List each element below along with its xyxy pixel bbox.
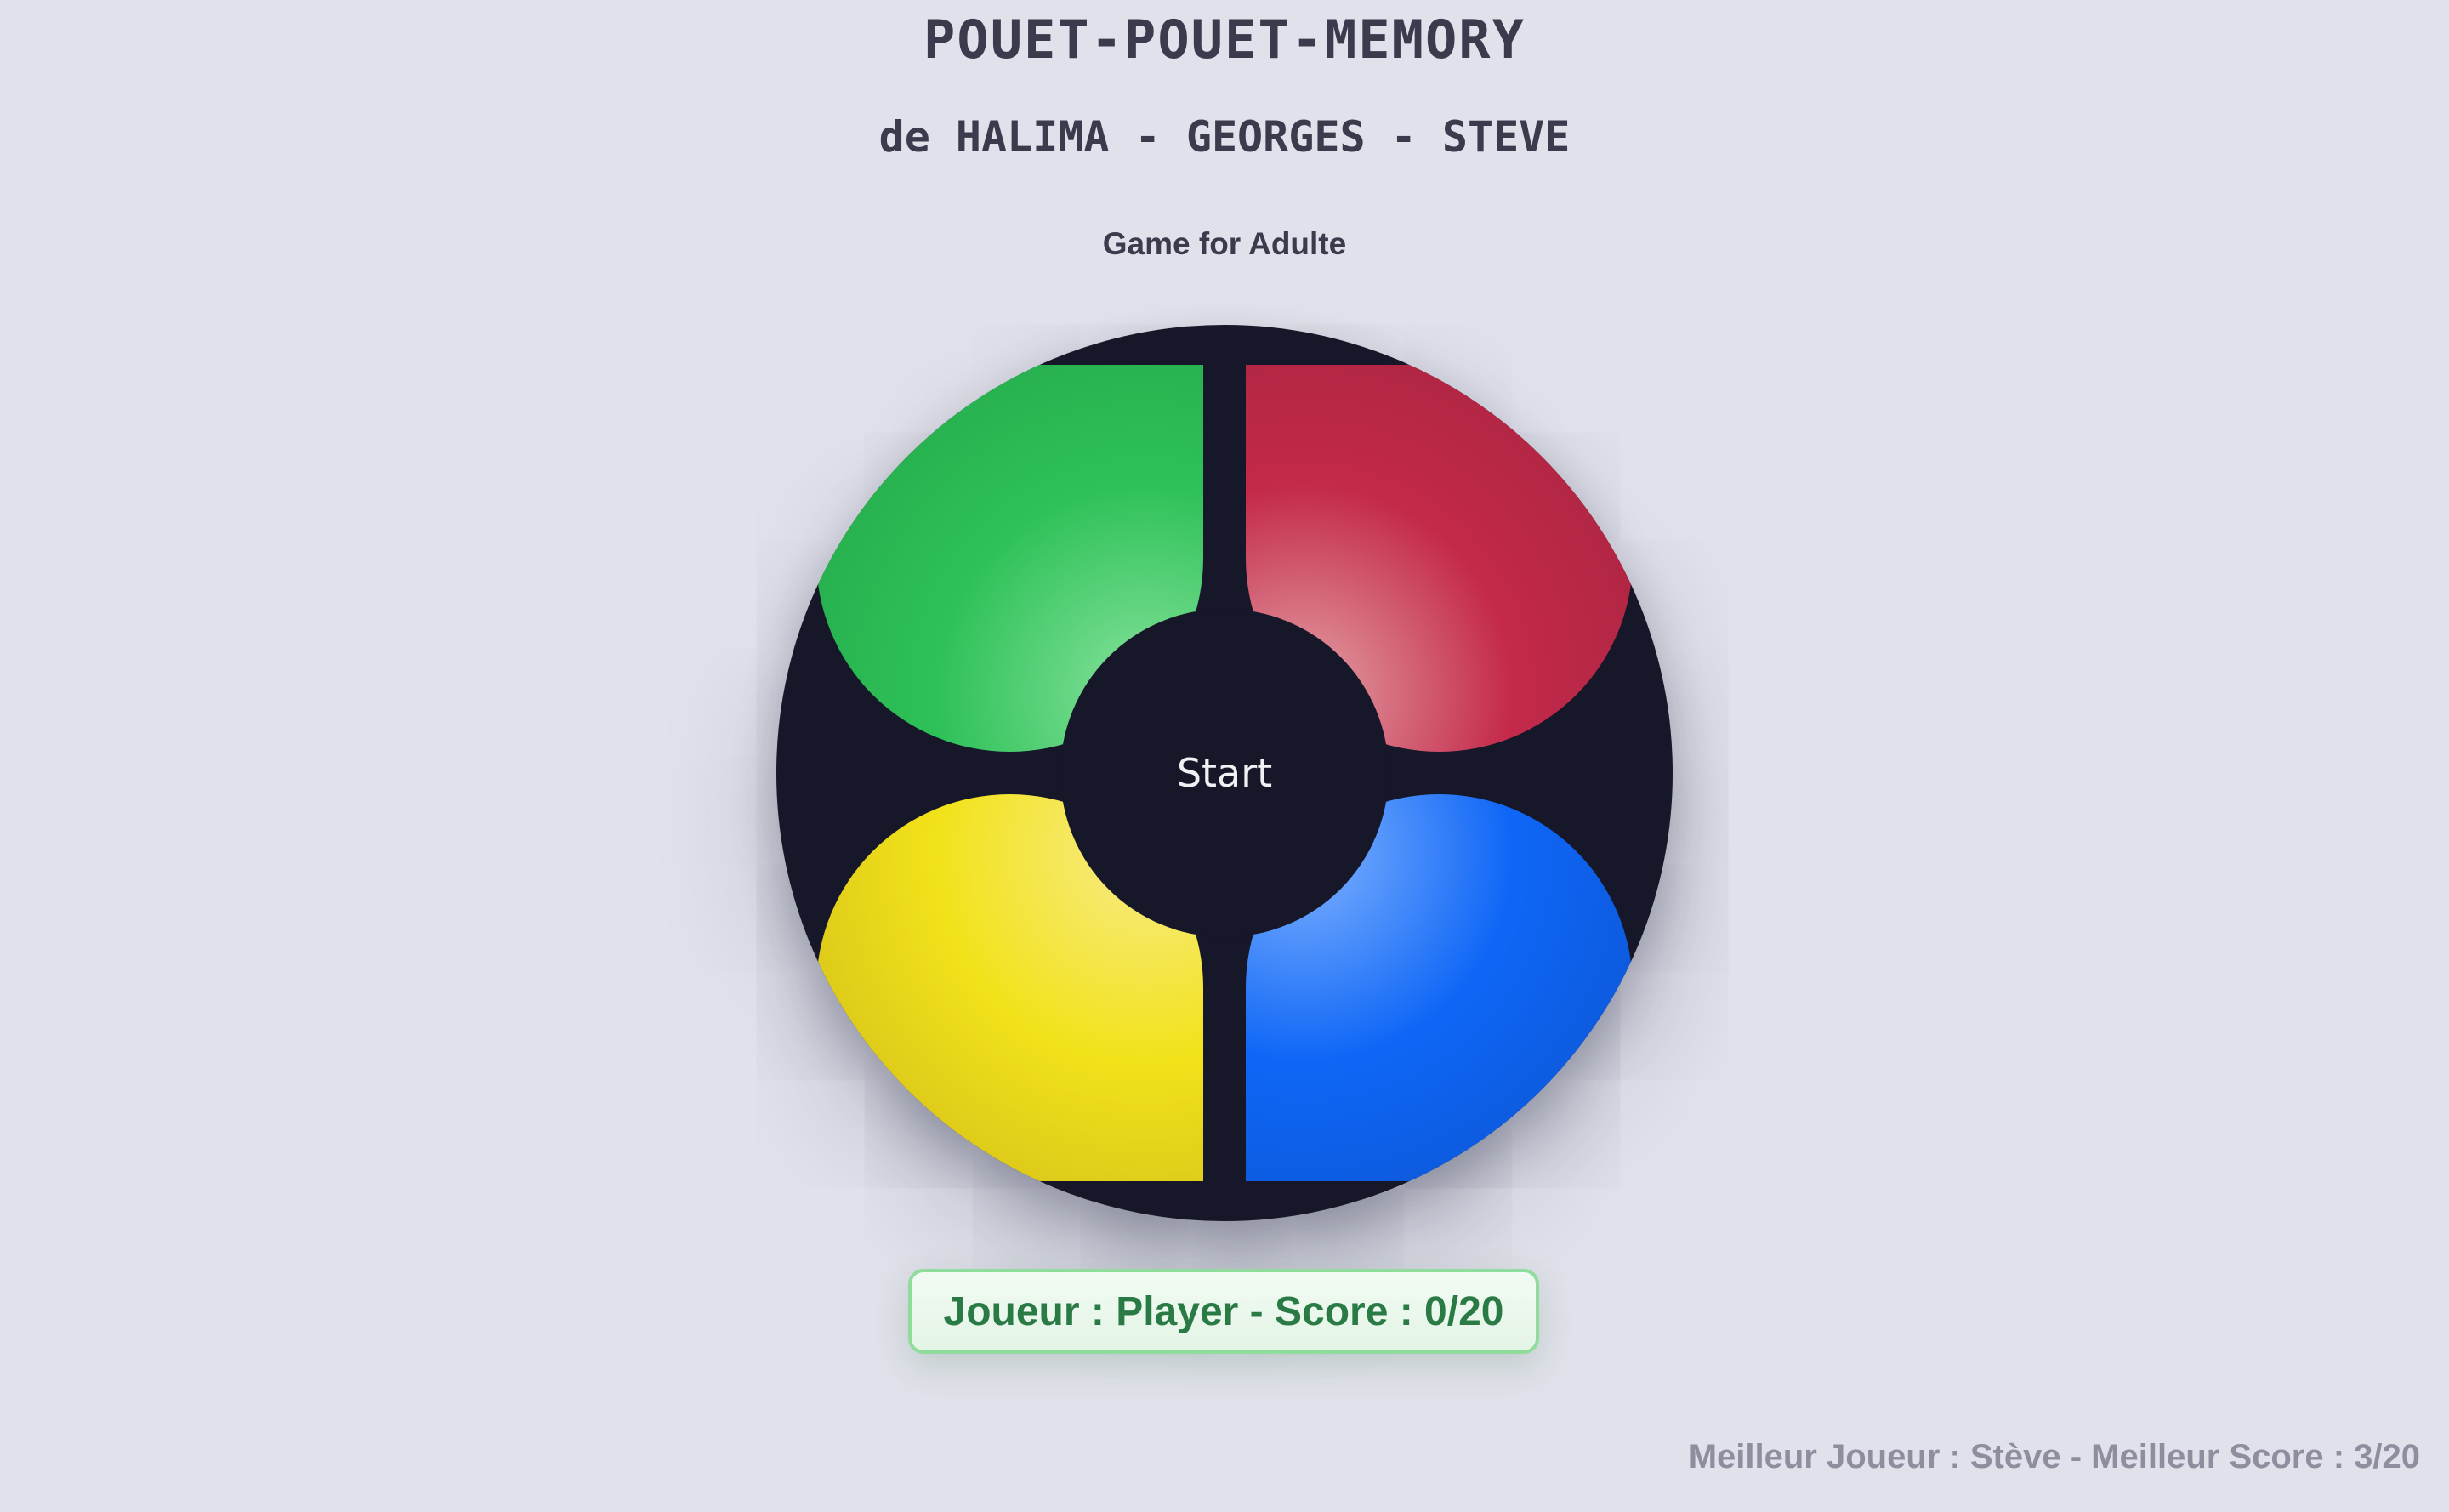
start-label: Start <box>1176 750 1273 796</box>
game-title: POUET-POUET-MEMORY <box>923 9 1526 71</box>
start-button[interactable]: Start <box>1060 609 1389 937</box>
score-text: Joueur : Player - Score : 0/20 <box>943 1288 1504 1334</box>
best-score-text: Meilleur Joueur : Stève - Meilleur Score… <box>1688 1438 2420 1475</box>
game-subtitle: Game for Adulte <box>1102 226 1347 261</box>
game-page: POUET-POUET-MEMORY de HALIMA - GEORGES -… <box>0 0 2449 1512</box>
simon-board: Start <box>776 325 1673 1221</box>
authors-line: de HALIMA - GEORGES - STEVE <box>878 112 1571 162</box>
score-panel: Joueur : Player - Score : 0/20 <box>908 1269 1539 1354</box>
